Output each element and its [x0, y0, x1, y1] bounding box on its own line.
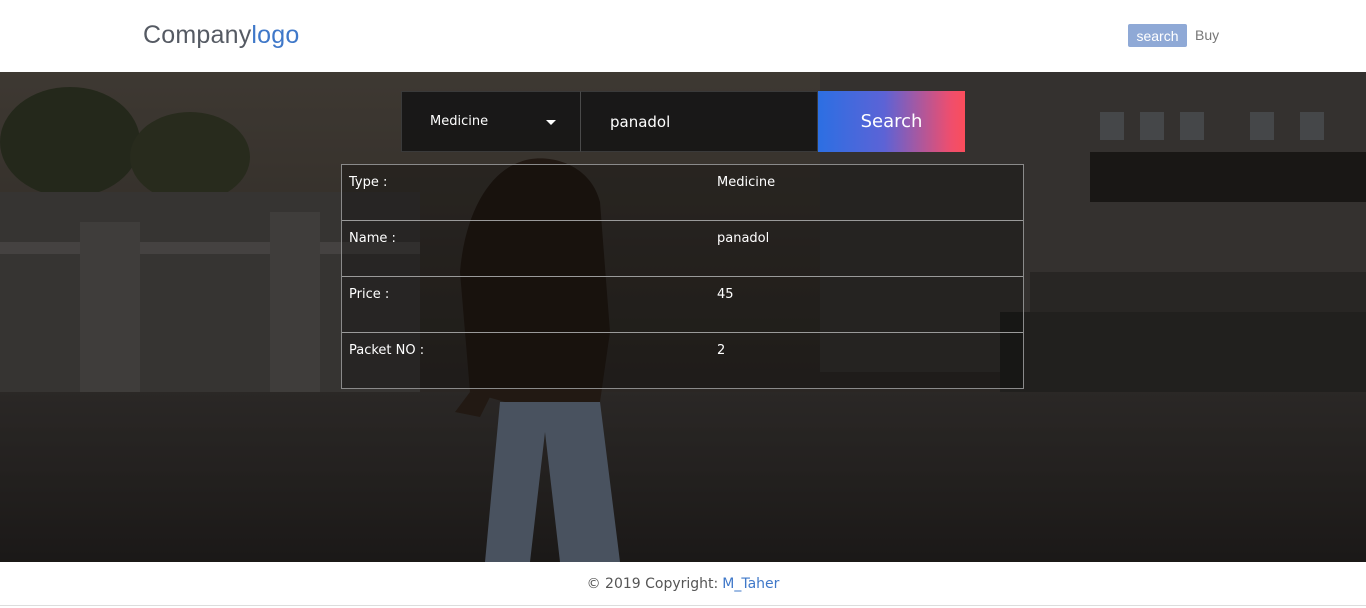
- top-navbar: Companylogo search Buy: [0, 0, 1366, 72]
- logo-main-text: Company: [143, 21, 252, 49]
- row-label: Name :: [349, 231, 396, 246]
- author-link[interactable]: M_Taher: [722, 576, 779, 592]
- table-row: Packet NO : 2: [342, 333, 1023, 388]
- results-table: Type : Medicine Name : panadol Price : 4…: [341, 164, 1024, 389]
- copyright-text: © 2019 Copyright:: [586, 575, 719, 592]
- company-logo[interactable]: Companylogo: [143, 21, 299, 50]
- nav-buy-link[interactable]: Buy: [1195, 27, 1219, 43]
- type-select[interactable]: Medicine: [401, 91, 581, 152]
- row-value: 45: [717, 287, 734, 302]
- table-row: Name : panadol: [342, 221, 1023, 277]
- search-button[interactable]: Search: [818, 91, 965, 152]
- search-input[interactable]: panadol: [581, 91, 818, 152]
- page-footer: © 2019 Copyright: M_Taher: [0, 562, 1366, 606]
- nav-search-link[interactable]: search: [1128, 24, 1187, 47]
- table-row: Type : Medicine: [342, 165, 1023, 221]
- caret-down-icon: [546, 120, 556, 125]
- logo-accent-text: logo: [251, 21, 300, 49]
- row-label: Type :: [349, 175, 388, 190]
- row-value: panadol: [717, 231, 770, 246]
- row-label: Price :: [349, 287, 390, 302]
- row-label: Packet NO :: [349, 343, 425, 358]
- type-select-value: Medicine: [430, 114, 489, 129]
- search-form: Medicine panadol Search: [401, 91, 965, 152]
- row-value: 2: [717, 343, 726, 358]
- row-value: Medicine: [717, 175, 776, 190]
- table-row: Price : 45: [342, 277, 1023, 333]
